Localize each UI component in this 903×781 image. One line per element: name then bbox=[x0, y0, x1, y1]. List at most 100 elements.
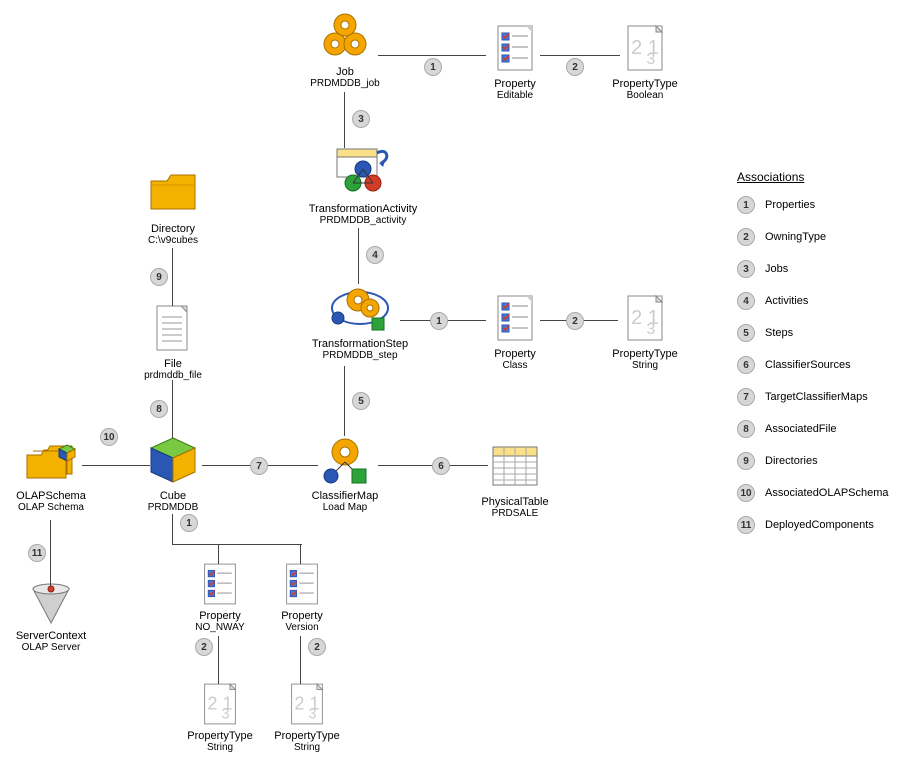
legend-label: DeployedComponents bbox=[765, 519, 874, 531]
diagram-canvas: Job PRDMDDB_job Property Editable 2 1 3 … bbox=[0, 0, 903, 781]
node-title: Directory bbox=[118, 223, 228, 235]
legend-badge: 10 bbox=[737, 484, 755, 502]
node-transformation-activity: TransformationActivity PRDMDDB_activity bbox=[288, 145, 438, 226]
node-title: Property bbox=[460, 348, 570, 360]
document-213-icon: 2 1 3 bbox=[262, 680, 352, 728]
document-icon bbox=[118, 300, 228, 356]
node-subtitle: NO_NWAY bbox=[175, 622, 265, 633]
checklist-icon bbox=[175, 560, 265, 608]
node-title: TransformationStep bbox=[290, 338, 430, 350]
edge bbox=[300, 636, 301, 684]
document-213-icon: 2 1 3 bbox=[590, 290, 700, 346]
node-physical-table: PhysicalTable PRDSALE bbox=[460, 438, 570, 519]
node-title: PhysicalTable bbox=[460, 496, 570, 508]
node-subtitle: prdmddb_file bbox=[118, 370, 228, 381]
node-property-version: Property Version bbox=[262, 560, 342, 633]
legend-badge: 11 bbox=[737, 516, 755, 534]
node-title: PropertyType bbox=[590, 348, 700, 360]
cube-icon bbox=[118, 432, 228, 488]
document-213-icon: 2 1 3 bbox=[590, 20, 700, 76]
node-title: Property bbox=[460, 78, 570, 90]
legend-label: TargetClassifierMaps bbox=[765, 391, 868, 403]
node-subtitle: PRDSALE bbox=[460, 508, 570, 519]
node-title: File bbox=[118, 358, 228, 370]
legend-label: Activities bbox=[765, 295, 808, 307]
node-subtitle: Version bbox=[262, 622, 342, 633]
edge bbox=[82, 465, 150, 466]
cone-icon bbox=[0, 580, 106, 628]
node-job: Job PRDMDDB_job bbox=[290, 8, 400, 89]
graph-table-icon bbox=[288, 145, 438, 201]
node-title: PropertyType bbox=[590, 78, 700, 90]
edge-badge: 7 bbox=[250, 457, 268, 475]
node-subtitle: OLAP Schema bbox=[0, 502, 106, 513]
node-property-editable: Property Editable bbox=[460, 20, 570, 101]
edge-badge: 1 bbox=[424, 58, 442, 76]
node-property-class: Property Class bbox=[460, 290, 570, 371]
edge bbox=[540, 55, 620, 56]
edge bbox=[50, 520, 51, 586]
node-server-context: ServerContext OLAP Server bbox=[0, 580, 106, 653]
node-title: Property bbox=[262, 610, 342, 622]
edge-badge: 1 bbox=[430, 312, 448, 330]
checklist-icon bbox=[460, 290, 570, 346]
node-subtitle: PRDMDDB bbox=[118, 502, 228, 513]
legend-label: Properties bbox=[765, 199, 815, 211]
legend-label: AssociatedFile bbox=[765, 423, 837, 435]
legend-label: AssociatedOLAPSchema bbox=[765, 487, 889, 499]
node-title: PropertyType bbox=[175, 730, 265, 742]
legend-row: 8 AssociatedFile bbox=[737, 420, 887, 438]
folder-icon bbox=[118, 165, 228, 221]
edge-badge: 2 bbox=[308, 638, 326, 656]
edge-badge: 1 bbox=[180, 514, 198, 532]
legend-badge: 4 bbox=[737, 292, 755, 310]
node-subtitle: String bbox=[262, 742, 352, 753]
node-subtitle: Class bbox=[460, 360, 570, 371]
legend-badge: 8 bbox=[737, 420, 755, 438]
legend-row: 11 DeployedComponents bbox=[737, 516, 887, 534]
edge bbox=[218, 636, 219, 684]
legend-row: 2 OwningType bbox=[737, 228, 887, 246]
table-icon bbox=[460, 438, 570, 494]
edge-badge: 5 bbox=[352, 392, 370, 410]
legend-row: 1Properties bbox=[737, 196, 887, 214]
node-property-nonway: Property NO_NWAY bbox=[175, 560, 265, 633]
legend-header: Associations bbox=[737, 170, 887, 184]
edge bbox=[378, 55, 486, 56]
node-subtitle: C:\v9cubes bbox=[118, 235, 228, 246]
edge-badge: 2 bbox=[566, 58, 584, 76]
legend-label: ClassifierSources bbox=[765, 359, 851, 371]
edge-badge: 9 bbox=[150, 268, 168, 286]
edge bbox=[344, 366, 345, 436]
node-title: TransformationActivity bbox=[288, 203, 438, 215]
legend-row: 5Steps bbox=[737, 324, 887, 342]
node-ptype-boolean: 2 1 3 PropertyType Boolean bbox=[590, 20, 700, 101]
edge-badge: 2 bbox=[566, 312, 584, 330]
edge-badge: 6 bbox=[432, 457, 450, 475]
legend-row: 4 Activities bbox=[737, 292, 887, 310]
gear-map-icon bbox=[290, 432, 400, 488]
node-title: OLAPSchema bbox=[0, 490, 106, 502]
edge-badge: 2 bbox=[195, 638, 213, 656]
folders-cube-icon bbox=[0, 440, 106, 488]
node-subtitle: String bbox=[590, 360, 700, 371]
node-file: File prdmddb_file bbox=[118, 300, 228, 381]
edge-badge: 3 bbox=[352, 110, 370, 128]
legend-label: OwningType bbox=[765, 231, 826, 243]
checklist-icon bbox=[460, 20, 570, 76]
node-directory: Directory C:\v9cubes bbox=[118, 165, 228, 246]
gear-orbit-icon bbox=[290, 280, 430, 336]
edge bbox=[344, 92, 345, 148]
legend-badge: 9 bbox=[737, 452, 755, 470]
node-title: Job bbox=[290, 66, 400, 78]
node-title: ClassifierMap bbox=[290, 490, 400, 502]
node-subtitle: Load Map bbox=[290, 502, 400, 513]
svg-text:3: 3 bbox=[647, 51, 656, 68]
legend-label: Steps bbox=[765, 327, 793, 339]
node-ptype-string-2: 2 1 3 PropertyType String bbox=[175, 680, 265, 753]
legend-label: Directories bbox=[765, 455, 818, 467]
node-title: PropertyType bbox=[262, 730, 352, 742]
node-subtitle: PRDMDDB_step bbox=[290, 350, 430, 361]
legend-badge: 2 bbox=[737, 228, 755, 246]
edge-badge: 11 bbox=[28, 544, 46, 562]
